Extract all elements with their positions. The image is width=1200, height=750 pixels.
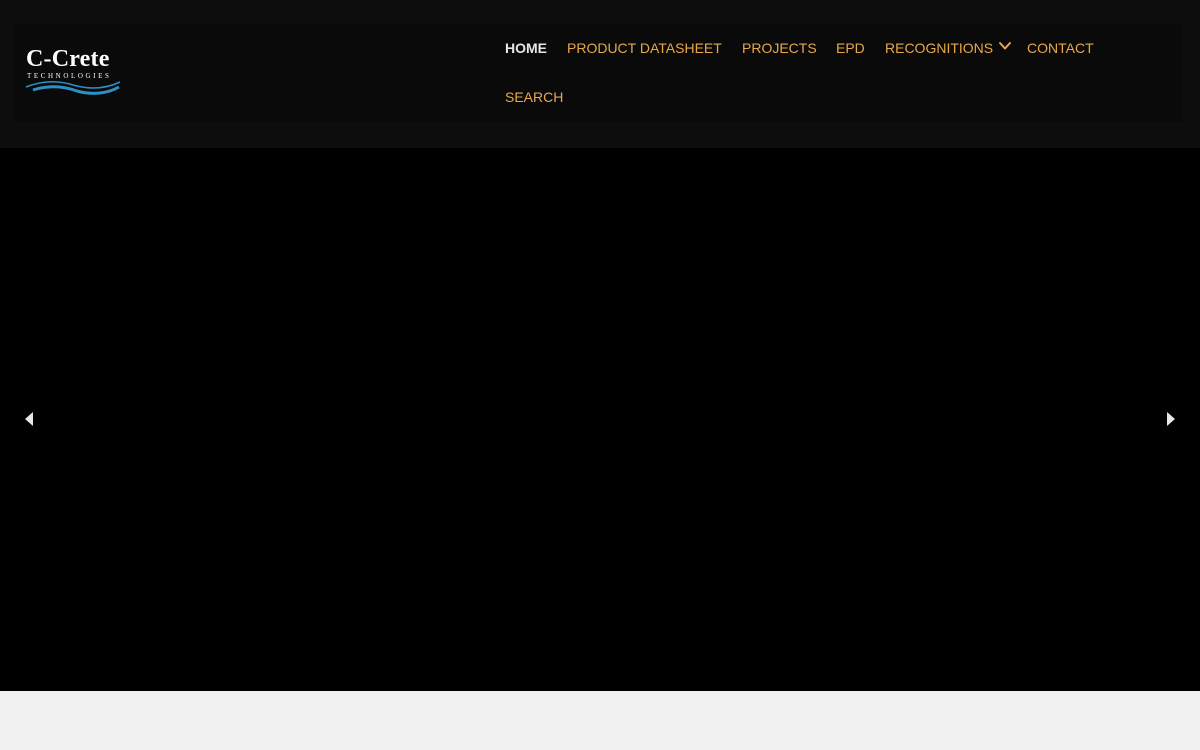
nav-item-recognitions[interactable]: RECOGNITIONS bbox=[885, 39, 993, 57]
nav-item-home[interactable]: HOME bbox=[505, 39, 547, 57]
nav-item-contact[interactable]: CONTACT bbox=[1027, 39, 1094, 57]
main-nav: HOME PRODUCT DATASHEET PROJECTS EPD RECO… bbox=[505, 24, 1145, 122]
page-content-area bbox=[0, 691, 1200, 750]
caret-left-icon[interactable] bbox=[20, 407, 40, 431]
site-logo[interactable]: C-Crete TECHNOLOGIES bbox=[25, 46, 121, 98]
logo-title: C-Crete bbox=[26, 46, 110, 72]
nav-item-product-datasheet[interactable]: PRODUCT DATASHEET bbox=[567, 39, 722, 57]
hero-slider bbox=[0, 148, 1200, 691]
nav-item-search[interactable]: SEARCH bbox=[505, 88, 563, 106]
nav-item-epd[interactable]: EPD bbox=[836, 39, 865, 57]
chevron-down-icon[interactable] bbox=[998, 40, 1012, 52]
site-header: C-Crete TECHNOLOGIES HOME PRODUCT DATASH… bbox=[0, 0, 1200, 148]
header-bar: C-Crete TECHNOLOGIES HOME PRODUCT DATASH… bbox=[15, 24, 1183, 122]
caret-right-icon[interactable] bbox=[1160, 407, 1180, 431]
nav-item-projects[interactable]: PROJECTS bbox=[742, 39, 817, 57]
logo-wave-icon bbox=[25, 81, 121, 95]
